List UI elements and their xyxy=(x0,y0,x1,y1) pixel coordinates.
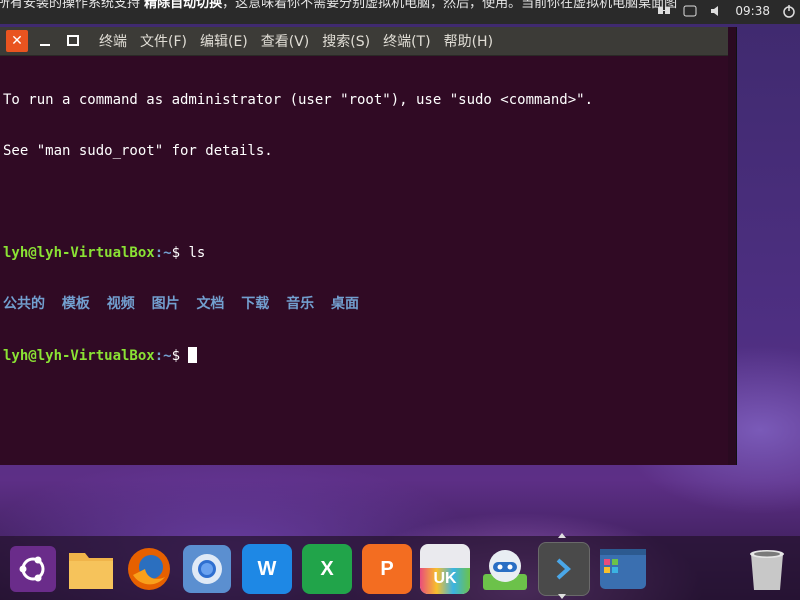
notice-bold: 精除自动切换 xyxy=(144,0,223,11)
notice-rest: ，这意味着你不需要分别虚拟机电脑，然后，使用。当前你在虚拟机电脑桌面图 xyxy=(222,0,678,11)
wps-writer-button[interactable]: W xyxy=(242,544,292,594)
wps-writer-icon: W xyxy=(257,557,277,580)
dir-entry: 文档 xyxy=(196,296,225,312)
system-tray: 09:38 xyxy=(657,4,796,18)
dir-entry: 公共的 xyxy=(3,296,45,312)
dir-entry: 视频 xyxy=(106,296,135,312)
ubuntu-dash-icon xyxy=(10,546,56,592)
terminal-button[interactable] xyxy=(538,542,590,596)
menu-view[interactable]: 查看(V) xyxy=(260,31,311,51)
youker-assistant-button[interactable] xyxy=(480,544,530,594)
active-indicator-bottom xyxy=(558,594,566,599)
close-button[interactable]: ✕ xyxy=(6,30,28,52)
menu-bar: 终端 文件(F) 编辑(E) 查看(V) 搜索(S) 终端(T) 帮助(H) xyxy=(98,31,494,51)
wps-presentation-icon: P xyxy=(380,557,394,580)
prompt-sign: $ xyxy=(171,348,189,364)
dir-entry: 图片 xyxy=(151,296,180,312)
menu-terminal[interactable]: 终端(T) xyxy=(382,31,431,51)
wps-spreadsheet-icon: X xyxy=(320,557,334,580)
minimize-icon xyxy=(40,44,50,46)
terminal-window: ✕ 终端 文件(F) 编辑(E) 查看(V) 搜索(S) 终端(T) 帮助(H)… xyxy=(0,27,737,465)
prompt-user: lyh@lyh-VirtualBox xyxy=(3,245,155,261)
clock[interactable]: 09:38 xyxy=(735,4,770,18)
prompt-sign: $ xyxy=(171,245,189,261)
motd-line-2: See "man sudo_root" for details. xyxy=(3,143,273,159)
prompt-user: lyh@lyh-VirtualBox xyxy=(3,348,155,364)
network-icon[interactable] xyxy=(657,4,671,18)
menu-file[interactable]: 文件(F) xyxy=(139,31,188,51)
text-cursor xyxy=(188,347,198,363)
menu-help[interactable]: 帮助(H) xyxy=(443,31,494,51)
ubuntu-kylin-store-button[interactable]: UK xyxy=(420,544,470,594)
wps-presentation-button[interactable]: P xyxy=(362,544,412,594)
volume-icon[interactable] xyxy=(709,4,723,18)
dir-entry: 桌面 xyxy=(331,296,360,312)
workspace-switcher-button[interactable] xyxy=(598,544,648,594)
trash-button[interactable] xyxy=(742,544,792,594)
command-line: lyh@lyh-VirtualBox:~$ ls xyxy=(3,245,733,262)
dir-entry: 模板 xyxy=(61,296,90,312)
workspace-switcher-icon xyxy=(600,549,646,589)
close-icon: ✕ xyxy=(11,33,23,49)
chromium-button[interactable] xyxy=(182,544,232,594)
terminal-output[interactable]: To run a command as administrator (user … xyxy=(0,56,736,400)
notice-strip: 所有安装的操作系统支持 精除自动切换，这意味着你不需要分别虚拟机电脑，然后，使用… xyxy=(0,0,677,11)
title-bar[interactable]: ✕ 终端 文件(F) 编辑(E) 查看(V) 搜索(S) 终端(T) 帮助(H) xyxy=(0,27,736,56)
ubuntu-dash-button[interactable] xyxy=(8,544,58,594)
typed-command: ls xyxy=(188,245,206,261)
prompt-path: :~ xyxy=(154,348,172,364)
ls-output-line: 公共的 模板 视频 图片 文档 下载 音乐 桌面 xyxy=(3,296,733,313)
firefox-icon xyxy=(128,548,170,590)
active-prompt-line: lyh@lyh-VirtualBox:~$ xyxy=(3,347,733,364)
input-method-icon[interactable] xyxy=(683,4,697,18)
trash-icon xyxy=(750,550,784,590)
notice-text: 所有安装的操作系统支持 xyxy=(0,0,145,11)
active-indicator-top xyxy=(558,533,566,538)
terminal-icon xyxy=(556,558,571,580)
window-scrollbar[interactable] xyxy=(728,27,736,465)
menu-edit[interactable]: 编辑(E) xyxy=(199,31,249,51)
wps-spreadsheet-button[interactable]: X xyxy=(302,544,352,594)
top-panel: 所有安装的操作系统支持 精除自动切换，这意味着你不需要分别虚拟机电脑，然后，使用… xyxy=(0,0,800,24)
minimize-button[interactable] xyxy=(34,30,56,52)
dir-entry: 音乐 xyxy=(286,296,315,312)
maximize-button[interactable] xyxy=(62,30,84,52)
firefox-button[interactable] xyxy=(124,544,174,594)
menu-app-terminal[interactable]: 终端 xyxy=(98,31,128,51)
maximize-icon xyxy=(67,35,79,46)
motd-line-1: To run a command as administrator (user … xyxy=(3,92,594,108)
youker-assistant-icon xyxy=(483,550,527,590)
ubuntu-kylin-store-icon: UK xyxy=(433,570,457,587)
prompt-path: :~ xyxy=(154,245,172,261)
power-icon[interactable] xyxy=(782,4,796,18)
dock: W X P UK xyxy=(0,536,800,600)
files-button[interactable] xyxy=(66,544,116,594)
chromium-icon xyxy=(183,545,231,593)
files-icon xyxy=(69,553,113,589)
dir-entry: 下载 xyxy=(241,296,270,312)
menu-search[interactable]: 搜索(S) xyxy=(321,31,371,51)
